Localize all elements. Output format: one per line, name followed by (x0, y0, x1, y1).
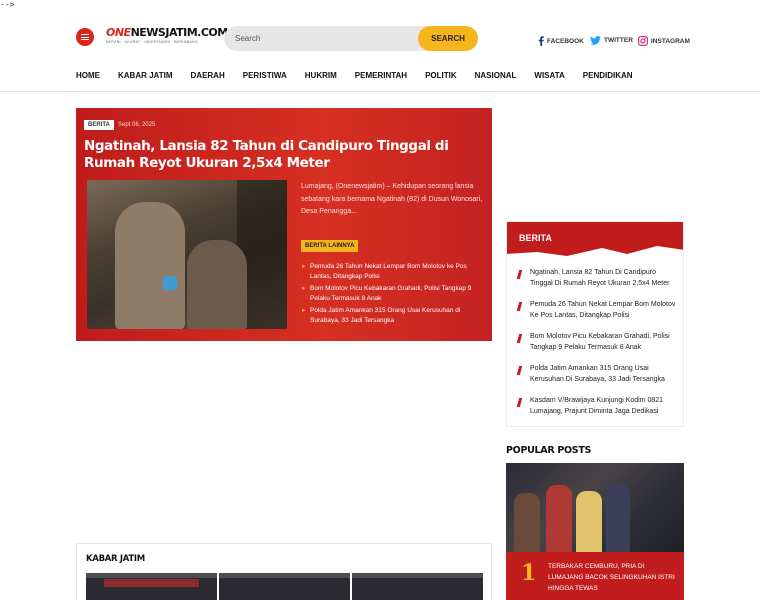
featured-article: BERITA Sept 06, 2025 Ngatinah, Lansia 82… (76, 108, 492, 341)
list-item-title: Pemuda 26 Tahun Nekat Lempar Bom Molotov… (530, 301, 676, 319)
related-item[interactable]: ▸ Pemuda 26 Tahun Nekat Lempar Bom Moloto… (301, 262, 489, 282)
related-item-title: Polda Jatim Amankan 315 Orang Usai Kerus… (310, 307, 461, 324)
bullet-icon: ▸ (302, 263, 306, 270)
list-item[interactable]: Ngatinah, Lansia 82 Tahun Di Candipuro T… (516, 268, 679, 300)
kabar-jatim-section: KABAR JATIM (76, 543, 492, 600)
nav-item-home[interactable]: HOME (76, 71, 100, 80)
twitter-link[interactable]: TWITTER (590, 36, 633, 45)
bullet-icon: ▸ (302, 307, 306, 314)
list-item[interactable]: Bom Molotov Picu Kebakaran Grahadi, Poli… (516, 332, 679, 364)
popular-rank: 1 (521, 560, 537, 586)
facebook-icon (538, 36, 544, 46)
list-item-title: Ngatinah, Lansia 82 Tahun Di Candipuro T… (530, 269, 670, 287)
kabar-thumbnail[interactable] (86, 573, 217, 600)
nav-item-daerah[interactable]: DAERAH (191, 71, 225, 80)
nav-item-politik[interactable]: POLITIK (425, 71, 457, 80)
instagram-icon (638, 36, 648, 46)
related-item[interactable]: ▸ Polda Jatim Amankan 315 Orang Usai Keru… (301, 306, 489, 326)
hero-image[interactable] (87, 180, 287, 329)
search-bar: SEARCH (224, 26, 478, 51)
related-list: ▸ Pemuda 26 Tahun Nekat Lempar Bom Moloto… (301, 262, 489, 328)
site-header: ONENEWSJATIM.COM BERANI · AKURAT · INDEP… (0, 0, 760, 92)
related-item[interactable]: ▸ Bom Molotov Picu Kebakaran Grahadi, Pol… (301, 284, 489, 304)
popular-posts-title: POPULAR POSTS (506, 445, 592, 456)
nav-item-wisata[interactable]: WISATA (534, 71, 564, 80)
red-marker-icon (516, 366, 523, 375)
popular-post-image[interactable] (506, 463, 684, 552)
related-item-title: Bom Molotov Picu Kebakaran Grahadi, Poli… (310, 285, 472, 302)
red-marker-icon (516, 302, 523, 311)
list-item-title: Bom Molotov Picu Kebakaran Grahadi, Poli… (530, 333, 670, 351)
kabar-jatim-title: KABAR JATIM (86, 554, 145, 564)
red-marker-icon (516, 398, 523, 407)
search-input[interactable] (224, 26, 416, 51)
facebook-link[interactable]: FACEBOOK (538, 36, 584, 46)
hero-excerpt: Lumajang, (Onenewsjatim) – Kehidupan seo… (301, 183, 483, 215)
list-item-title: Polda Jatim Amankan 315 Orang Usai Kerus… (530, 365, 665, 383)
hero-category-badge[interactable]: BERITA (84, 120, 114, 130)
list-item[interactable]: Pemuda 26 Tahun Nekat Lempar Bom Molotov… (516, 300, 679, 332)
instagram-link[interactable]: INSTAGRAM (638, 36, 690, 46)
kabar-thumbnail[interactable] (219, 573, 350, 600)
nav-item-hukrim[interactable]: HUKRIM (305, 71, 337, 80)
berita-widget-title: BERITA (519, 233, 552, 243)
nav-item-nasional[interactable]: NASIONAL (475, 71, 517, 80)
hero-title[interactable]: Ngatinah, Lansia 82 Tahun di Candipuro T… (84, 138, 464, 172)
facebook-label: FACEBOOK (547, 37, 584, 45)
berita-widget: BERITA Ngatinah, Lansia 82 Tahun Di Cand… (506, 221, 684, 427)
popular-post-card[interactable]: 1 TERBAKAR CEMBURU, PRIA DI LUMAJANG BAC… (506, 552, 684, 600)
list-item[interactable]: Polda Jatim Amankan 315 Orang Usai Kerus… (516, 364, 679, 396)
bullet-icon: ▸ (302, 285, 306, 292)
list-item[interactable]: Kasdam V/Brawijaya Kunjungi Kodim 0821 L… (516, 396, 679, 426)
related-item-title: Pemuda 26 Tahun Nekat Lempar Bom Molotov… (310, 263, 467, 280)
site-logo[interactable]: ONENEWSJATIM.COM BERANI · AKURAT · INDEP… (106, 26, 228, 47)
red-marker-icon (516, 270, 523, 279)
logo-tagline: BERANI · AKURAT · INDEPENDEN · BERIMBANG (106, 40, 198, 44)
berita-lainnya-button[interactable]: BERITA LAINNYA (301, 240, 359, 252)
berita-list: Ngatinah, Lansia 82 Tahun Di Candipuro T… (516, 268, 679, 426)
search-button[interactable]: SEARCH (418, 26, 478, 51)
nav-item-kabar-jatim[interactable]: KABAR JATIM (118, 71, 173, 80)
list-item-title: Kasdam V/Brawijaya Kunjungi Kodim 0821 L… (530, 397, 664, 415)
decorative-wave (507, 246, 683, 260)
kabar-thumbnail[interactable] (352, 573, 483, 600)
logo-one-text: ONE (106, 26, 131, 39)
hamburger-icon (81, 34, 89, 40)
logo-main-text: NEWSJATIM.COM (130, 26, 229, 39)
nav-item-pendidikan[interactable]: PENDIDIKAN (583, 71, 633, 80)
instagram-label: INSTAGRAM (651, 37, 690, 45)
hero-date: Sept 06, 2025 (118, 122, 156, 128)
nav-item-pemerintah[interactable]: PEMERINTAH (355, 71, 407, 80)
berita-widget-header: BERITA (507, 222, 683, 260)
main-navigation: HOME KABAR JATIM DAERAH PERISTIWA HUKRIM… (76, 71, 651, 80)
popular-post-title: TERBAKAR CEMBURU, PRIA DI LUMAJANG BACOK… (548, 563, 675, 592)
twitter-label: TWITTER (604, 37, 633, 44)
twitter-icon (590, 36, 601, 45)
hamburger-menu-button[interactable] (76, 28, 94, 46)
red-marker-icon (516, 334, 523, 343)
nav-item-peristiwa[interactable]: PERISTIWA (243, 71, 287, 80)
